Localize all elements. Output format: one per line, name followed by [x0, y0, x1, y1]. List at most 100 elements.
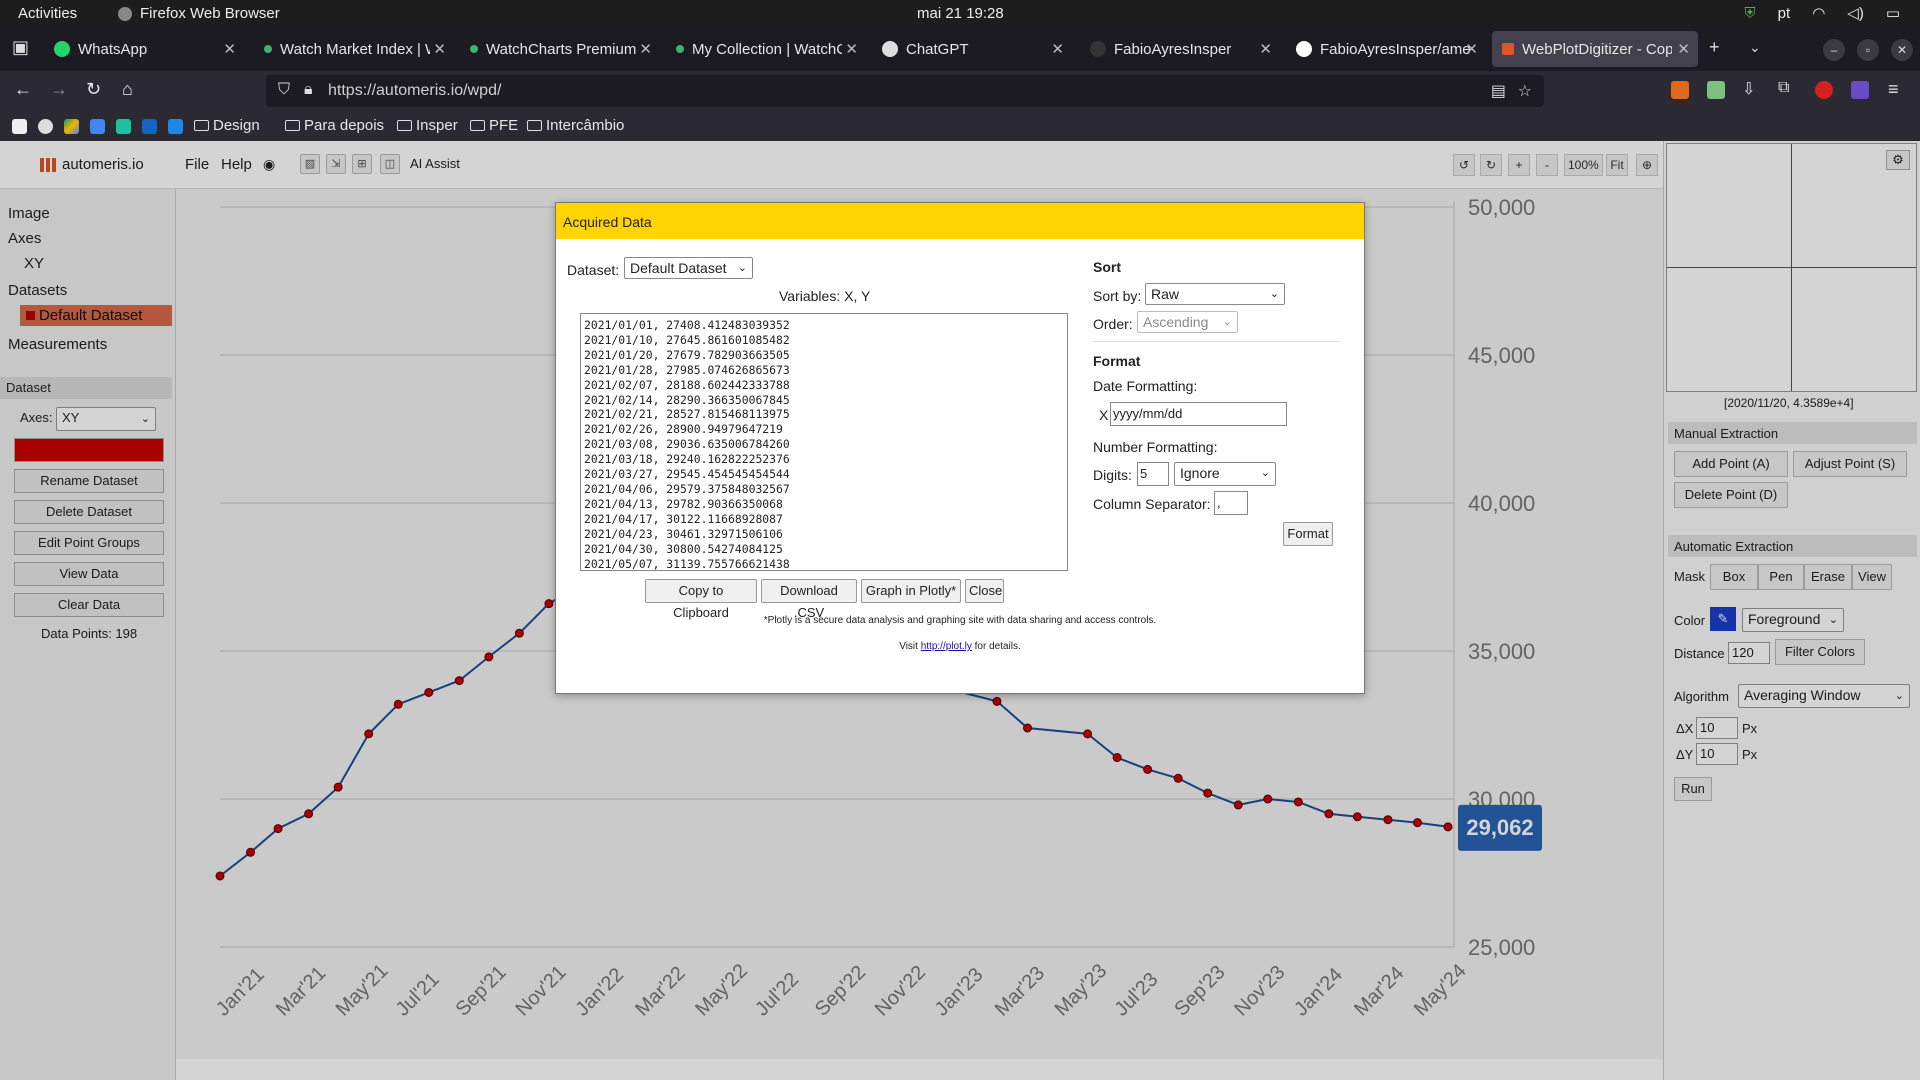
- data-row: 2021/03/27, 29545.454545454544: [584, 467, 790, 482]
- back-icon[interactable]: ←: [14, 79, 32, 100]
- tab-my-collection[interactable]: My Collection | WatchC ✕: [666, 31, 866, 67]
- battery-icon[interactable]: ▭: [1886, 4, 1900, 22]
- extension-sheet-icon[interactable]: [1707, 81, 1725, 99]
- downloads-icon[interactable]: ⇩: [1742, 79, 1755, 99]
- wifi-icon[interactable]: ◠: [1812, 4, 1825, 22]
- close-icon[interactable]: ✕: [433, 40, 446, 58]
- data-row: 2021/02/26, 28900.94979647219: [584, 422, 783, 437]
- maximize-icon[interactable]: ▫: [1857, 39, 1879, 61]
- bookmark-folder-pfe[interactable]: PFE: [470, 117, 518, 134]
- data-row: 2021/01/10, 27645.861601085482: [584, 332, 790, 347]
- folder-icon: [527, 120, 542, 131]
- close-icon[interactable]: ✕: [1465, 40, 1478, 58]
- digits-label: Digits:: [1093, 467, 1132, 483]
- digits-input[interactable]: 5: [1137, 462, 1169, 486]
- app-name: Firefox Web Browser: [140, 5, 280, 22]
- reader-view-icon[interactable]: ▤: [1491, 81, 1506, 101]
- data-row: 2021/04/06, 29579.375848032567: [584, 481, 790, 496]
- onedrive-icon[interactable]: [168, 119, 183, 134]
- forward-icon[interactable]: →: [50, 79, 68, 100]
- navigation-bar: ← → ↻ ⌂ ⛉ 🔒︎ https://automeris.io/wpd/ ▤…: [0, 71, 1920, 111]
- minimize-icon[interactable]: –: [1823, 39, 1845, 61]
- graph-in-plotly-button[interactable]: Graph in Plotly*: [861, 579, 961, 603]
- tab-github-repo[interactable]: FabioAyresInsper/ame ✕: [1286, 31, 1486, 67]
- shield-icon[interactable]: ⛨: [1744, 5, 1755, 22]
- bookmark-folder-intercambio[interactable]: Intercâmbio: [527, 117, 624, 134]
- chatgpt-bookmark-icon[interactable]: [116, 119, 131, 134]
- download-csv-button[interactable]: Download .CSV: [761, 579, 857, 620]
- bookmarks-bar: Design Para depois Insper PFE Intercâmbi…: [0, 111, 1920, 141]
- chatgpt-icon: [882, 41, 898, 57]
- close-window-icon[interactable]: ✕: [1891, 39, 1913, 61]
- tab-whatsapp[interactable]: WhatsApp ✕: [44, 31, 244, 67]
- data-row: 2021/05/07, 31139.755766621438: [584, 556, 790, 571]
- home-icon[interactable]: ⌂: [122, 79, 133, 100]
- bookmark-folder-para-depois[interactable]: Para depois: [285, 117, 384, 134]
- digits-mode-select[interactable]: Ignore ⌄: [1174, 462, 1276, 486]
- tab-watchcharts-premium[interactable]: WatchCharts Premium ✕: [460, 31, 660, 67]
- tab-fabioayresinsper[interactable]: FabioAyresInsper ✕: [1080, 31, 1280, 67]
- close-icon[interactable]: ✕: [1051, 40, 1064, 58]
- close-icon[interactable]: ✕: [845, 40, 858, 58]
- tracking-shield-icon[interactable]: ⛉: [278, 81, 290, 99]
- close-icon[interactable]: ✕: [223, 40, 236, 58]
- data-row: 2021/02/07, 28188.602442333788: [584, 377, 790, 392]
- extensions-icon[interactable]: ⧉: [1778, 79, 1789, 97]
- tab-overview-icon[interactable]: ▣: [12, 37, 29, 58]
- activities-button[interactable]: Activities: [18, 5, 77, 22]
- language-indicator[interactable]: pt: [1778, 5, 1791, 22]
- dataset-label: Dataset:: [567, 262, 620, 278]
- close-icon[interactable]: ✕: [1677, 40, 1690, 58]
- variables-label: Variables: X, Y: [779, 288, 871, 304]
- dataset-select[interactable]: Default Dataset ⌄: [624, 257, 753, 279]
- column-separator-input[interactable]: ,: [1214, 491, 1248, 515]
- column-separator-label: Column Separator:: [1093, 496, 1211, 512]
- close-button[interactable]: Close: [965, 579, 1004, 603]
- data-row: 2021/01/01, 27408.412483039352: [584, 318, 790, 332]
- notion-icon[interactable]: [12, 119, 27, 134]
- format-button[interactable]: Format: [1283, 522, 1333, 546]
- volume-icon[interactable]: ◁): [1847, 4, 1864, 22]
- bookmark-folder-insper[interactable]: Insper: [397, 117, 458, 134]
- data-row: 2021/03/08, 29036.635006784260: [584, 437, 790, 452]
- plotly-link[interactable]: http://plot.ly: [921, 641, 972, 652]
- whatsapp-icon: [54, 41, 70, 57]
- github-bookmark-icon[interactable]: [38, 119, 53, 134]
- github-avatar-icon: [1090, 41, 1106, 57]
- folder-icon: [285, 120, 300, 131]
- tab-watch-market-index[interactable]: Watch Market Index | W ✕: [254, 31, 454, 67]
- github-icon: [1296, 41, 1312, 57]
- copy-to-clipboard-button[interactable]: Copy to Clipboard: [645, 579, 757, 620]
- data-row: 2021/01/20, 27679.782903663505: [584, 347, 790, 362]
- folder-icon: [470, 120, 485, 131]
- outlook-icon[interactable]: [142, 119, 157, 134]
- app-menu[interactable]: Firefox Web Browser: [118, 5, 280, 22]
- bookmark-star-icon[interactable]: ☆: [1518, 81, 1532, 101]
- new-tab-button[interactable]: +: [1709, 37, 1720, 58]
- watchcharts-icon: [264, 45, 272, 53]
- plotly-visit-note: Visit http://plot.ly for details.: [899, 641, 1021, 652]
- url-bar[interactable]: ⛉ 🔒︎ https://automeris.io/wpd/ ▤ ☆: [266, 75, 1544, 107]
- close-icon[interactable]: ✕: [639, 40, 652, 58]
- order-select[interactable]: Ascending ⌄: [1137, 311, 1238, 333]
- reload-icon[interactable]: ↻: [86, 79, 101, 100]
- menu-hamburger-icon[interactable]: ≡: [1888, 79, 1899, 100]
- tab-chatgpt[interactable]: ChatGPT ✕: [872, 31, 1072, 67]
- sort-by-select[interactable]: Raw ⌄: [1145, 283, 1285, 305]
- close-icon[interactable]: ✕: [1259, 40, 1272, 58]
- folder-icon: [397, 120, 412, 131]
- clock[interactable]: mai 21 19:28: [917, 5, 1004, 22]
- lock-icon[interactable]: 🔒︎: [304, 81, 313, 99]
- extension-purple-icon[interactable]: [1851, 81, 1869, 99]
- date-format-input[interactable]: yyyy/mm/dd: [1110, 402, 1287, 426]
- url-text[interactable]: https://automeris.io/wpd/: [328, 82, 501, 100]
- google-docs-icon[interactable]: [90, 119, 105, 134]
- tab-webplotdigitizer[interactable]: WebPlotDigitizer - Cop ✕: [1492, 31, 1698, 67]
- extension-fox-icon[interactable]: [1671, 81, 1689, 99]
- extension-red-icon[interactable]: [1815, 81, 1833, 99]
- bookmark-folder-design[interactable]: Design: [194, 117, 260, 134]
- sort-by-label: Sort by:: [1093, 288, 1142, 304]
- google-drive-icon[interactable]: [64, 119, 79, 134]
- data-textarea[interactable]: 2021/01/01, 27408.412483039352 2021/01/10…: [580, 313, 1068, 571]
- list-tabs-icon[interactable]: ⌄: [1749, 39, 1761, 56]
